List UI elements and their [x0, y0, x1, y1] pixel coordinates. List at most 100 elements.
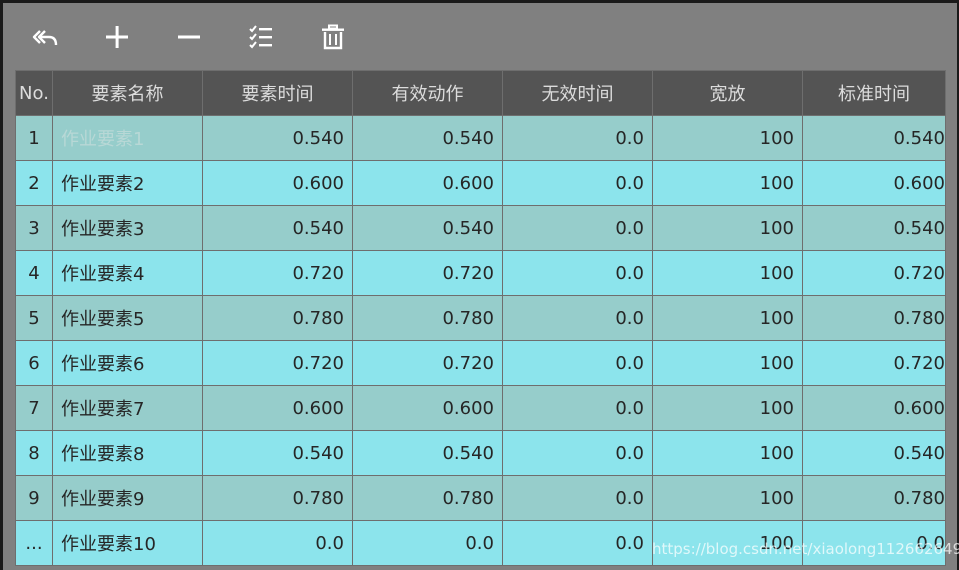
cell-name[interactable]: 作业要素2	[52, 160, 203, 206]
cell-valid[interactable]: 0.780	[352, 295, 503, 341]
column-header-standard-time[interactable]: 标准时间	[802, 70, 946, 116]
table-row[interactable]: 5 作业要素5 0.780 0.780 0.0 100 0.780	[15, 295, 946, 341]
cell-valid[interactable]: 0.540	[352, 205, 503, 251]
table-body: 1 作业要素1 0.540 0.540 0.0 100 0.540 2 作业要素…	[15, 115, 946, 566]
cell-invalid[interactable]: 0.0	[502, 205, 653, 251]
header-row: No. 要素名称 要素时间 有效动作 无效时间 宽放 标准时间	[15, 70, 946, 116]
cell-standard[interactable]: 0.600	[802, 385, 946, 431]
checklist-button[interactable]	[247, 23, 275, 51]
table-row[interactable]: 8 作业要素8 0.540 0.540 0.0 100 0.540	[15, 430, 946, 476]
cell-time[interactable]: 0.780	[202, 475, 353, 521]
cell-allowance[interactable]: 100	[652, 160, 803, 206]
cell-time[interactable]: 0.540	[202, 430, 353, 476]
cell-valid[interactable]: 0.540	[352, 430, 503, 476]
add-row-button[interactable]	[103, 23, 131, 51]
cell-no[interactable]: 2	[15, 160, 53, 206]
cell-name[interactable]: 作业要素6	[52, 340, 203, 386]
cell-allowance[interactable]: 100	[652, 250, 803, 296]
cell-standard[interactable]: 0.540	[802, 430, 946, 476]
cell-invalid[interactable]: 0.0	[502, 385, 653, 431]
cell-no[interactable]: 4	[15, 250, 53, 296]
cell-standard[interactable]: 0.720	[802, 340, 946, 386]
undo-button[interactable]	[31, 23, 59, 51]
cell-valid[interactable]: 0.540	[352, 115, 503, 161]
remove-row-button[interactable]	[175, 23, 203, 51]
cell-standard[interactable]: 0.780	[802, 295, 946, 341]
cell-allowance[interactable]: 100	[652, 115, 803, 161]
cell-invalid[interactable]: 0.0	[502, 475, 653, 521]
column-header-element-name[interactable]: 要素名称	[52, 70, 203, 116]
cell-time[interactable]: 0.720	[202, 250, 353, 296]
table-row[interactable]: ... 作业要素10 0.0 0.0 0.0 100 0.0	[15, 520, 946, 566]
cell-allowance[interactable]: 100	[652, 295, 803, 341]
cell-name[interactable]: 作业要素5	[52, 295, 203, 341]
cell-name[interactable]: 作业要素3	[52, 205, 203, 251]
cell-time[interactable]: 0.0	[202, 520, 353, 566]
cell-allowance[interactable]: 100	[652, 385, 803, 431]
column-header-invalid-time[interactable]: 无效时间	[502, 70, 653, 116]
table-row[interactable]: 2 作业要素2 0.600 0.600 0.0 100 0.600	[15, 160, 946, 206]
cell-time[interactable]: 0.780	[202, 295, 353, 341]
cell-time[interactable]: 0.540	[202, 115, 353, 161]
delete-button[interactable]	[319, 23, 347, 51]
column-header-valid-action[interactable]: 有效动作	[352, 70, 503, 116]
cell-invalid[interactable]: 0.0	[502, 340, 653, 386]
cell-standard[interactable]: 0.720	[802, 250, 946, 296]
cell-invalid[interactable]: 0.0	[502, 295, 653, 341]
cell-time[interactable]: 0.540	[202, 205, 353, 251]
cell-invalid[interactable]: 0.0	[502, 520, 653, 566]
cell-invalid[interactable]: 0.0	[502, 250, 653, 296]
cell-valid[interactable]: 0.0	[352, 520, 503, 566]
cell-valid[interactable]: 0.720	[352, 340, 503, 386]
cell-name[interactable]: 作业要素4	[52, 250, 203, 296]
minus-icon	[178, 35, 200, 39]
cell-name[interactable]: 作业要素10	[52, 520, 203, 566]
checklist-icon	[249, 25, 272, 49]
toolbar	[0, 3, 959, 69]
cell-standard[interactable]: 0.540	[802, 115, 946, 161]
table-row[interactable]: 6 作业要素6 0.720 0.720 0.0 100 0.720	[15, 340, 946, 386]
cell-invalid[interactable]: 0.0	[502, 160, 653, 206]
cell-no[interactable]: 1	[15, 115, 53, 161]
cell-no[interactable]: ...	[15, 520, 53, 566]
table-row[interactable]: 3 作业要素3 0.540 0.540 0.0 100 0.540	[15, 205, 946, 251]
cell-allowance[interactable]: 100	[652, 475, 803, 521]
reply-all-icon	[32, 30, 58, 46]
cell-no[interactable]: 3	[15, 205, 53, 251]
cell-name[interactable]: 作业要素1	[52, 115, 203, 161]
cell-name[interactable]: 作业要素9	[52, 475, 203, 521]
column-header-element-time[interactable]: 要素时间	[202, 70, 353, 116]
table-row[interactable]: 1 作业要素1 0.540 0.540 0.0 100 0.540	[15, 115, 946, 161]
cell-time[interactable]: 0.720	[202, 340, 353, 386]
cell-invalid[interactable]: 0.0	[502, 115, 653, 161]
cell-valid[interactable]: 0.600	[352, 160, 503, 206]
trash-icon	[322, 24, 344, 50]
cell-allowance[interactable]: 100	[652, 520, 803, 566]
cell-time[interactable]: 0.600	[202, 385, 353, 431]
cell-no[interactable]: 6	[15, 340, 53, 386]
cell-name[interactable]: 作业要素7	[52, 385, 203, 431]
cell-no[interactable]: 8	[15, 430, 53, 476]
cell-no[interactable]: 5	[15, 295, 53, 341]
cell-allowance[interactable]: 100	[652, 205, 803, 251]
cell-name[interactable]: 作业要素8	[52, 430, 203, 476]
cell-valid[interactable]: 0.780	[352, 475, 503, 521]
cell-invalid[interactable]: 0.0	[502, 430, 653, 476]
cell-standard[interactable]: 0.780	[802, 475, 946, 521]
column-header-no[interactable]: No.	[15, 70, 53, 116]
cell-standard[interactable]: 0.540	[802, 205, 946, 251]
column-header-allowance[interactable]: 宽放	[652, 70, 803, 116]
cell-allowance[interactable]: 100	[652, 340, 803, 386]
plus-icon	[106, 26, 128, 48]
table-row[interactable]: 7 作业要素7 0.600 0.600 0.0 100 0.600	[15, 385, 946, 431]
table-row[interactable]: 9 作业要素9 0.780 0.780 0.0 100 0.780	[15, 475, 946, 521]
table-row[interactable]: 4 作业要素4 0.720 0.720 0.0 100 0.720	[15, 250, 946, 296]
cell-no[interactable]: 9	[15, 475, 53, 521]
cell-standard[interactable]: 0.0	[802, 520, 946, 566]
cell-valid[interactable]: 0.600	[352, 385, 503, 431]
cell-allowance[interactable]: 100	[652, 430, 803, 476]
cell-no[interactable]: 7	[15, 385, 53, 431]
cell-standard[interactable]: 0.600	[802, 160, 946, 206]
cell-time[interactable]: 0.600	[202, 160, 353, 206]
cell-valid[interactable]: 0.720	[352, 250, 503, 296]
